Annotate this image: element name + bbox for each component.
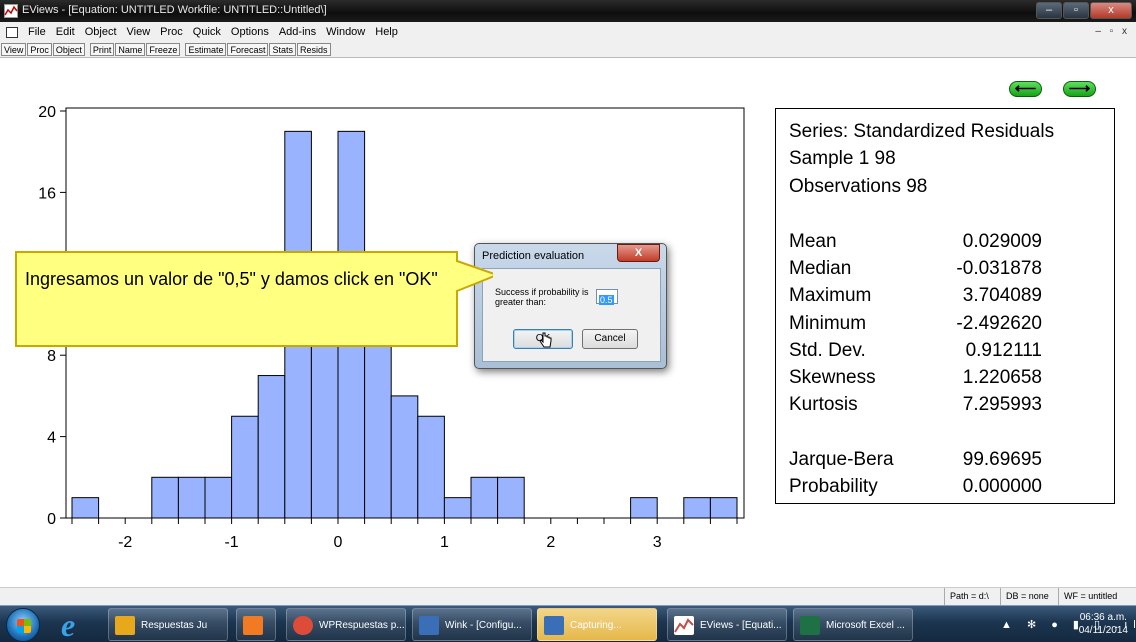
histogram-bar-7 (257, 375, 286, 519)
y-tick-label: 20 (38, 104, 56, 121)
histogram-bar-5 (204, 476, 233, 519)
hand-cursor-icon (539, 332, 552, 348)
task-eviews[interactable]: EViews - [Equati... (667, 608, 787, 641)
histogram-bar-3 (151, 476, 179, 519)
wink-capture-icon (544, 616, 564, 635)
stats-mean-value: 0.029009 (962, 231, 1042, 252)
tutorial-callout: Ingresamos un valor de "0,5" y damos cli… (13, 249, 493, 349)
callout-text: Ingresamos un valor de "0,5" y damos cli… (25, 269, 438, 289)
x-tick-label: 0 (334, 534, 343, 551)
eviews-screen: EViews - [Equation: UNTITLED Workfile: U… (0, 0, 1136, 642)
task-media-player[interactable] (236, 608, 276, 641)
stats-observations-label: Observations 98 (789, 176, 928, 197)
stats-kurtosis-label: Kurtosis (789, 394, 858, 415)
stats-minimum-value: -2.492620 (956, 313, 1042, 334)
media-player-icon (243, 616, 263, 635)
histogram-bar-6 (231, 415, 259, 519)
histogram-bar-16 (497, 476, 525, 519)
status-path: Path = d:\ (944, 588, 994, 606)
start-button[interactable] (6, 608, 40, 642)
cancel-button[interactable]: Cancel (582, 329, 638, 349)
histogram-bar-24 (709, 497, 738, 519)
windows-taskbar: e Respuestas Ju WPRespuestas p... Wink -… (0, 605, 1136, 642)
status-db: DB = none (1000, 588, 1054, 606)
histogram-bar-4 (177, 476, 206, 519)
chrome-icon (293, 616, 313, 635)
stats-sample-label: Sample 1 98 (789, 148, 896, 169)
x-tick-label: 2 (546, 534, 555, 551)
task-excel[interactable]: Microsoft Excel ... (793, 608, 913, 641)
internet-explorer-icon[interactable]: e (52, 607, 92, 642)
stats-median-label: Median (789, 258, 852, 279)
system-tray: ▲ ✻ ● ▮ ▯ .ıl ◂) 06:36 a.m. 04/11/2014 (993, 606, 1136, 642)
x-tick-label: -2 (118, 534, 132, 551)
stats-maximum-value: 3.704089 (962, 285, 1042, 306)
probability-threshold-value: 0.5 (599, 295, 614, 305)
histogram-bar-15 (470, 476, 499, 519)
dialog-body: Success if probability is greater than: … (482, 268, 661, 362)
prediction-evaluation-dialog: Prediction evaluation X Success if proba… (474, 243, 667, 369)
histogram-bar-9 (310, 334, 339, 519)
y-tick-label: 8 (47, 348, 56, 365)
histogram-bar-23 (683, 497, 711, 519)
x-axis: -2 -1 0 1 2 3 (71, 518, 738, 551)
histogram-bar-14 (443, 497, 472, 519)
dialog-close-button[interactable]: X (617, 244, 660, 262)
svg-text:e: e (61, 609, 75, 640)
task-capturing[interactable]: Capturing... (537, 608, 657, 641)
dialog-title: Prediction evaluation (482, 250, 585, 262)
stats-kurtosis-value: 7.295993 (962, 394, 1042, 415)
task-wink-config[interactable]: Wink - [Configu... (412, 608, 532, 641)
clock-time: 06:36 a.m. (1079, 612, 1127, 623)
status-wf: WF = untitled (1058, 588, 1122, 606)
stats-jarque-bera-label: Jarque-Bera (789, 449, 894, 470)
stats-skewness-label: Skewness (789, 367, 876, 388)
x-tick-label: -1 (224, 534, 238, 551)
folder-icon (115, 616, 135, 635)
stats-probability-value: 0.000000 (962, 476, 1042, 497)
stats-mean-label: Mean (789, 231, 837, 252)
task-respuestas-folder[interactable]: Respuestas Ju (108, 608, 228, 641)
y-tick-label: 4 (47, 430, 56, 447)
task-chrome[interactable]: WPRespuestas p... (286, 608, 406, 641)
stats-stddev-value: 0.912111 (965, 340, 1042, 361)
x-tick-label: 1 (440, 534, 449, 551)
x-tick-label: 3 (653, 534, 662, 551)
callout-shape (15, 251, 493, 347)
histogram-bar-11 (364, 334, 392, 519)
stats-series-label: Series: Standardized Residuals (789, 121, 1055, 142)
histogram-bar-13 (417, 415, 445, 519)
probability-threshold-label: Success if probability is greater than: (495, 287, 589, 307)
status-bar: Path = d:\ DB = none WF = untitled (0, 587, 1136, 606)
wink-icon (419, 616, 439, 635)
y-tick-label: 16 (38, 185, 56, 202)
stats-maximum-label: Maximum (789, 285, 872, 306)
stats-minimum-label: Minimum (789, 313, 867, 334)
histogram-bar-12 (390, 395, 419, 519)
histogram-bar-21 (630, 497, 658, 519)
stats-skewness-value: 1.220658 (962, 367, 1042, 388)
clock-date: 04/11/2014 (1078, 625, 1128, 636)
descriptive-stats-panel: Series: Standardized Residuals Sample 1 … (775, 108, 1115, 504)
eviews-icon (674, 616, 694, 635)
stats-jarque-bera-value: 99.69695 (962, 449, 1042, 470)
stats-stddev-label: Std. Dev. (789, 340, 866, 361)
y-tick-label: 0 (47, 511, 56, 528)
excel-icon (800, 616, 820, 635)
stats-median-value: -0.031878 (956, 258, 1042, 279)
histogram-bar-0 (71, 497, 100, 519)
stats-probability-label: Probability (789, 476, 878, 497)
clock[interactable]: 06:36 a.m. 04/11/2014 (1079, 611, 1128, 637)
probability-threshold-input[interactable]: 0.5 (596, 289, 618, 305)
